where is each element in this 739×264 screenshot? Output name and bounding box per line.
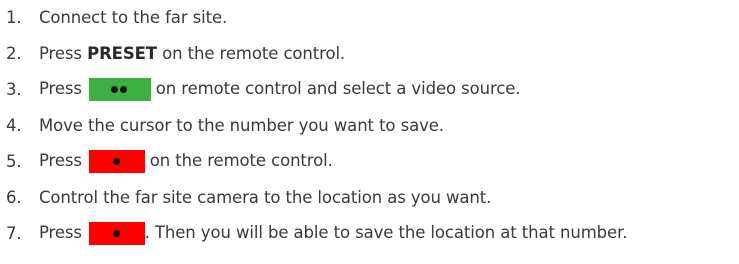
step-text-post: on remote control and select a video sou… [150,78,521,98]
step-text: Control the far site camera to the locat… [39,188,491,207]
dot-icon [119,85,127,93]
step-number: 6. [6,187,22,207]
step-text: Move the cursor to the number you want t… [39,116,444,135]
step-text-content: Control the far site camera to the locat… [39,187,492,207]
list-item: 6. Control the far site camera to the lo… [0,182,491,212]
step-text: Press on the remote control. [39,149,333,173]
step-number: 1. [6,7,22,27]
step-text-post: . Then you will be able to save the loca… [144,222,628,242]
list-item: 1. Connect to the far site. [0,2,227,32]
list-item: 2. Press PRESET on the remote control. [0,38,345,68]
step-text-pre: Press [39,78,88,98]
step-number: 7. [6,223,22,243]
list-item: 3. Press on remote control and select a … [0,74,521,104]
step-number: 5. [6,151,22,171]
dot-icon [110,85,118,93]
green-key-icon [88,77,151,101]
step-text-content: Connect to the far site. [39,7,228,27]
step-text: Press PRESET on the remote control. [39,44,345,63]
red-key-icon [88,149,145,173]
step-number: 3. [6,79,22,99]
step-text-content: Move the cursor to the number you want t… [39,115,444,135]
step-text: Press . Then you will be able to save th… [39,221,628,245]
step-text-pre: Press [39,43,88,63]
step-number: 2. [6,43,22,63]
step-number: 4. [6,115,22,135]
step-text-pre: Press [39,150,88,170]
step-text-post: on the remote control. [156,43,346,63]
list-item: 7. Press . Then you will be able to save… [0,218,628,248]
list-item: 4. Move the cursor to the number you wan… [0,110,444,140]
red-key-icon [88,221,145,245]
step-text-post: on the remote control. [144,150,333,170]
step-text: Connect to the far site. [39,8,227,27]
step-text-pre: Press [39,222,88,242]
step-text: Press on remote control and select a vid… [39,77,521,101]
dot-icon [112,157,120,165]
list-item: 5. Press on the remote control. [0,146,333,176]
dot-icon [112,229,120,237]
preset-key-label: PRESET [87,43,157,63]
